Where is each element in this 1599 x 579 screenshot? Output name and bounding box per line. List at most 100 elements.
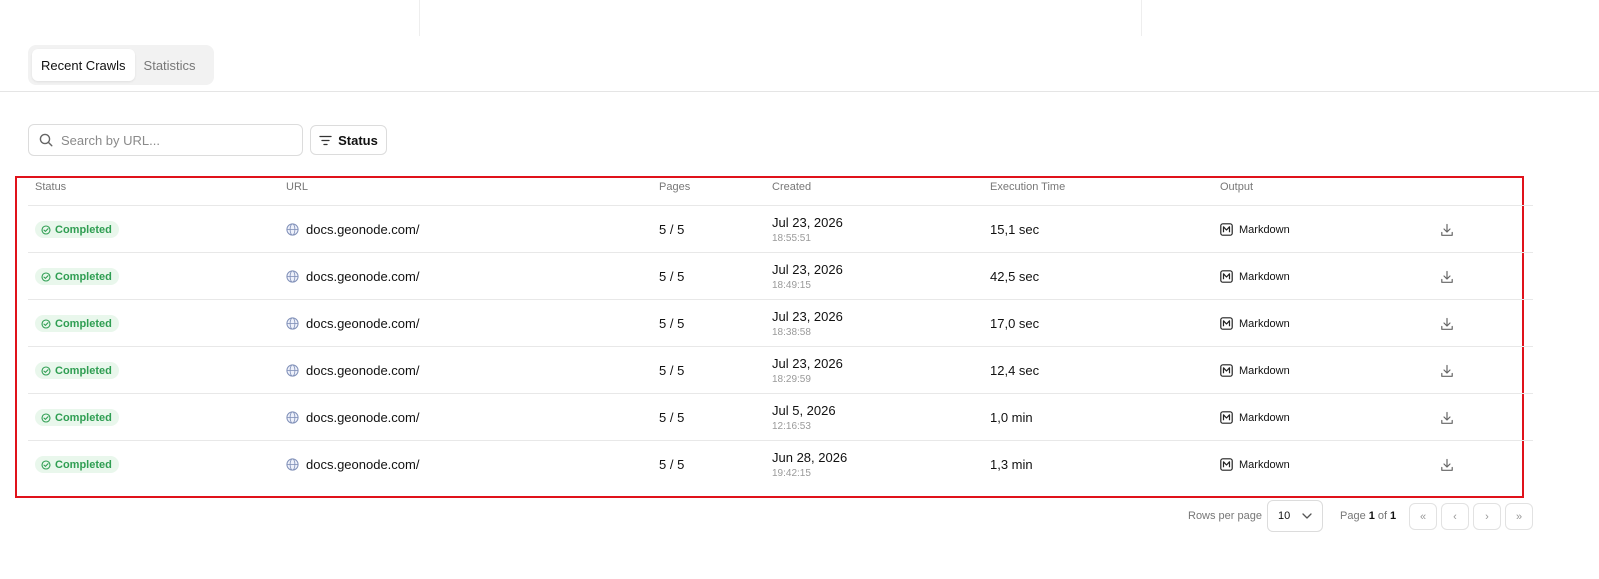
download-button[interactable] — [1440, 347, 1454, 394]
rows-per-page-label: Rows per page — [1188, 510, 1262, 522]
download-icon — [1441, 223, 1453, 236]
tab-recent-crawls[interactable]: Recent Crawls — [32, 49, 135, 81]
total-pages: 1 — [1390, 510, 1397, 522]
output-label: Markdown — [1239, 317, 1290, 330]
page-prefix: Page — [1340, 510, 1366, 522]
current-page: 1 — [1368, 510, 1375, 522]
status-cell: Completed — [35, 300, 119, 347]
table-row[interactable]: Completed docs.geonode.com/ 5 / 5 Jul 23… — [28, 206, 1533, 253]
output-label: Markdown — [1239, 223, 1290, 236]
rows-per-page-value: 10 — [1278, 510, 1291, 522]
next-page-button[interactable]: › — [1473, 503, 1501, 530]
created-cell: Jun 28, 2026 19:42:15 — [772, 441, 847, 488]
status-cell: Completed — [35, 441, 119, 488]
tab-statistics[interactable]: Statistics — [135, 49, 205, 81]
url-cell: docs.geonode.com/ — [286, 253, 419, 300]
download-button[interactable] — [1440, 300, 1454, 347]
created-date: Jul 23, 2026 — [772, 262, 843, 277]
created-cell: Jul 23, 2026 18:55:51 — [772, 206, 843, 253]
column-header-execution-time: Execution Time — [990, 181, 1066, 193]
output-label: Markdown — [1239, 270, 1290, 283]
created-date: Jun 28, 2026 — [772, 450, 848, 465]
markdown-icon — [1220, 317, 1233, 330]
status-cell: Completed — [35, 347, 119, 394]
url-cell: docs.geonode.com/ — [286, 441, 419, 488]
pages-cell: 5 / 5 — [659, 363, 685, 378]
globe-icon — [286, 411, 299, 424]
download-button[interactable] — [1440, 441, 1454, 488]
created-cell: Jul 23, 2026 18:49:15 — [772, 253, 843, 300]
status-label: Completed — [55, 317, 112, 330]
check-circle-icon — [41, 224, 51, 235]
globe-icon — [286, 458, 299, 471]
first-page-button[interactable]: « — [1409, 503, 1437, 530]
status-label: Completed — [55, 270, 112, 283]
markdown-icon — [1220, 411, 1233, 424]
table-row[interactable]: Completed docs.geonode.com/ 5 / 5 Jul 5,… — [28, 394, 1533, 441]
column-header-created: Created — [772, 181, 812, 193]
table-row[interactable]: Completed docs.geonode.com/ 5 / 5 Jul 23… — [28, 347, 1533, 394]
globe-icon — [286, 270, 299, 283]
status-label: Completed — [55, 458, 112, 471]
pages-cell: 5 / 5 — [659, 457, 685, 472]
status-badge: Completed — [35, 362, 119, 379]
download-icon — [1441, 364, 1453, 377]
created-time: 12:16:53 — [772, 421, 811, 432]
globe-icon — [286, 223, 299, 236]
previous-page-button[interactable]: ‹ — [1441, 503, 1469, 530]
created-time: 18:49:15 — [772, 280, 811, 291]
status-filter-button[interactable]: Status — [310, 125, 387, 155]
column-header-status: Status — [35, 181, 67, 193]
status-cell: Completed — [35, 206, 119, 253]
status-badge: Completed — [35, 456, 119, 473]
status-badge: Completed — [35, 268, 119, 285]
search-icon — [39, 133, 53, 147]
rows-per-page-select[interactable]: 10 — [1267, 500, 1323, 532]
created-date: Jul 23, 2026 — [772, 356, 843, 371]
url-cell: docs.geonode.com/ — [286, 394, 419, 441]
status-label: Completed — [55, 411, 112, 424]
column-header-output: Output — [1220, 181, 1254, 193]
search-box[interactable] — [28, 124, 303, 156]
pages-cell: 5 / 5 — [659, 269, 685, 284]
status-label: Completed — [55, 223, 112, 236]
execution-time-cell: 1,3 min — [990, 457, 1033, 472]
last-page-button[interactable]: » — [1505, 503, 1533, 530]
column-header-pages: Pages — [659, 181, 691, 193]
download-button[interactable] — [1440, 253, 1454, 300]
header-divider — [0, 91, 1599, 92]
download-button[interactable] — [1440, 206, 1454, 253]
table-row[interactable]: Completed docs.geonode.com/ 5 / 5 Jul 23… — [28, 253, 1533, 300]
output-label: Markdown — [1239, 364, 1290, 377]
pages-cell: 5 / 5 — [659, 410, 685, 425]
output-cell: Markdown — [1220, 441, 1290, 488]
url-text: docs.geonode.com/ — [306, 269, 420, 284]
download-button[interactable] — [1440, 394, 1454, 441]
created-date: Jul 23, 2026 — [772, 309, 843, 324]
page-of: of — [1377, 510, 1388, 522]
status-label: Completed — [55, 364, 112, 377]
output-label: Markdown — [1239, 411, 1290, 424]
url-text: docs.geonode.com/ — [306, 316, 420, 331]
pages-cell: 5 / 5 — [659, 222, 685, 237]
execution-time-cell: 1,0 min — [990, 410, 1033, 425]
markdown-icon — [1220, 364, 1233, 377]
created-date: Jul 23, 2026 — [772, 215, 843, 230]
table-row[interactable]: Completed docs.geonode.com/ 5 / 5 Jun 28… — [28, 441, 1533, 488]
status-filter-label: Status — [338, 132, 378, 148]
status-badge: Completed — [35, 409, 119, 426]
created-cell: Jul 5, 2026 12:16:53 — [772, 394, 836, 441]
search-input[interactable] — [61, 132, 281, 148]
download-icon — [1441, 270, 1453, 283]
created-cell: Jul 23, 2026 18:38:58 — [772, 300, 843, 347]
column-header-url: URL — [286, 181, 309, 193]
download-icon — [1441, 458, 1453, 471]
execution-time-cell: 42,5 sec — [990, 269, 1040, 284]
url-text: docs.geonode.com/ — [306, 410, 420, 425]
url-text: docs.geonode.com/ — [306, 363, 420, 378]
table-row[interactable]: Completed docs.geonode.com/ 5 / 5 Jul 23… — [28, 300, 1533, 347]
output-label: Markdown — [1239, 458, 1290, 471]
check-circle-icon — [41, 412, 51, 423]
chevron-down-icon — [1302, 513, 1312, 519]
pages-cell: 5 / 5 — [659, 316, 685, 331]
